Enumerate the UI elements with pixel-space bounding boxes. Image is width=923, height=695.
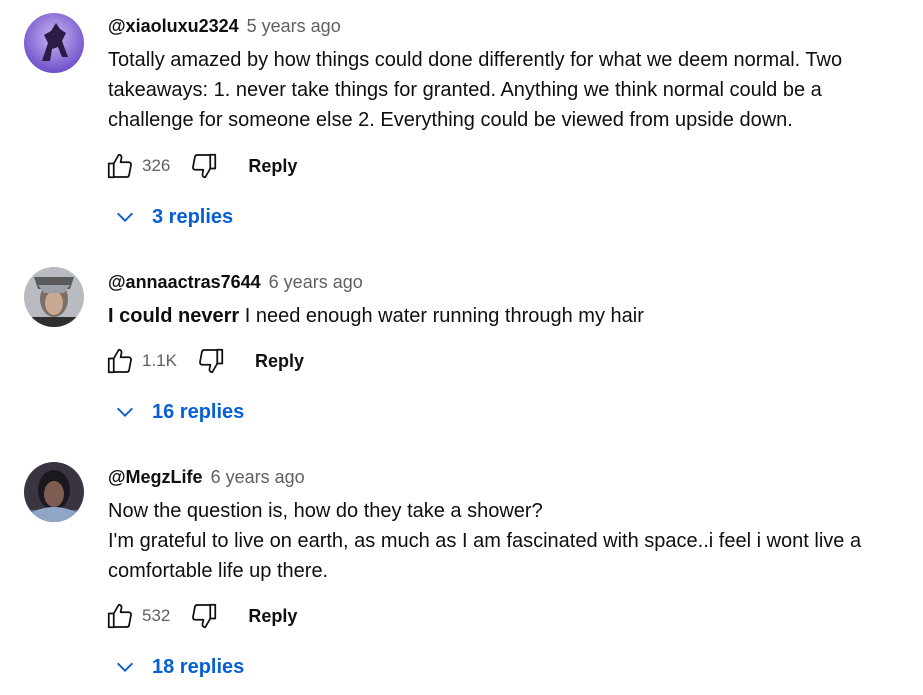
- comment-author[interactable]: @annaactras7644: [108, 272, 261, 292]
- replies-count-label: 3 replies: [152, 205, 234, 228]
- comment-line: I'm grateful to live on earth, as much a…: [108, 530, 862, 552]
- chevron-down-icon: [117, 212, 133, 222]
- comment-line: Totally amazed by how things could done …: [108, 49, 843, 71]
- comment-author[interactable]: @MegzLife: [108, 467, 203, 487]
- thumbs-down-icon: [192, 153, 217, 179]
- reply-button[interactable]: Reply: [255, 351, 304, 372]
- reply-button[interactable]: Reply: [248, 606, 297, 627]
- comment-actions: 532 Reply: [104, 598, 297, 634]
- comment-timestamp[interactable]: 6 years ago: [269, 272, 363, 292]
- thumbs-down-icon: [199, 348, 224, 374]
- comment-actions: 326 Reply: [104, 148, 297, 184]
- comment-line: comfortable life up there.: [108, 560, 329, 582]
- comment-line: I could neverr I need enough water runni…: [108, 301, 908, 331]
- thumbs-up-icon: [107, 603, 132, 629]
- thumbs-up-icon: [107, 348, 132, 374]
- comment-timestamp[interactable]: 5 years ago: [247, 16, 341, 36]
- view-replies-button[interactable]: 3 replies: [114, 202, 233, 232]
- dislike-button[interactable]: [188, 150, 220, 182]
- comment-author[interactable]: @xiaoluxu2324: [108, 16, 239, 36]
- comment-text-rest: I need enough water running through my h…: [244, 305, 644, 327]
- like-button[interactable]: [104, 150, 136, 182]
- comment-line: Now the question is, how do they take a …: [108, 500, 543, 522]
- avatar[interactable]: [24, 267, 84, 327]
- comment-actions: 1.1K Reply: [104, 343, 304, 379]
- thumbs-down-icon: [192, 603, 217, 629]
- replies-count-label: 18 replies: [152, 655, 245, 678]
- comment-text: Totally amazed by how things could done …: [108, 45, 908, 135]
- like-count: 326: [142, 156, 171, 175]
- replies-count-label: 16 replies: [152, 400, 245, 423]
- comment-line: challenge for someone else 2. Everything…: [108, 109, 793, 131]
- bold-text: I could neverr: [108, 305, 240, 327]
- like-count: 532: [142, 606, 171, 625]
- dislike-button[interactable]: [188, 600, 220, 632]
- view-replies-button[interactable]: 18 replies: [114, 652, 244, 682]
- thumbs-up-icon: [107, 153, 132, 179]
- like-count: 1.1K: [142, 351, 177, 370]
- avatar[interactable]: [24, 13, 84, 73]
- chevron-down-icon: [117, 407, 133, 417]
- comment-timestamp[interactable]: 6 years ago: [211, 467, 305, 487]
- like-button[interactable]: [104, 600, 136, 632]
- like-button[interactable]: [104, 345, 136, 377]
- reply-button[interactable]: Reply: [248, 156, 297, 177]
- comment-line: takeaways: 1. never take things for gran…: [108, 79, 822, 101]
- chevron-down-icon: [117, 662, 133, 672]
- view-replies-button[interactable]: 16 replies: [114, 397, 244, 427]
- dislike-button[interactable]: [195, 345, 227, 377]
- avatar[interactable]: [24, 462, 84, 522]
- comment-text: Now the question is, how do they take a …: [108, 496, 908, 586]
- comment-text: I could neverr I need enough water runni…: [108, 301, 908, 331]
